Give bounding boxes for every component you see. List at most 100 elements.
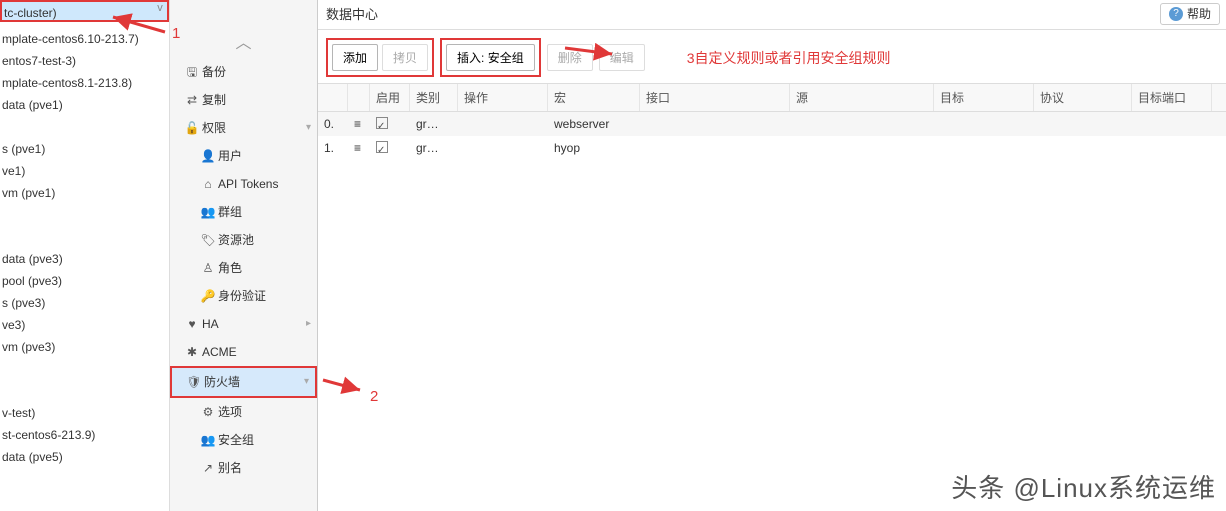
tree-item[interactable] — [0, 116, 169, 138]
nav-ha[interactable]: ♥HA▸ — [170, 310, 317, 338]
nav-label: 复制 — [202, 86, 226, 114]
tree-item[interactable]: pool (pve3) — [0, 270, 169, 292]
help-button[interactable]: ?帮助 — [1160, 3, 1220, 25]
col-type[interactable]: 类别 — [410, 84, 458, 111]
arrow-icon — [560, 40, 620, 62]
enable-checkbox[interactable] — [376, 141, 388, 153]
external-icon: ↗ — [198, 454, 218, 482]
nav-label: 安全组 — [218, 426, 254, 454]
table-header: 启用 类别 操作 宏 接口 源 目标 协议 目标端口 — [318, 84, 1226, 112]
nav-alias[interactable]: ↗别名 — [170, 454, 317, 482]
chevron-down-icon: ▾ — [304, 368, 309, 396]
page-title: 数据中心 — [326, 0, 378, 29]
col-protocol[interactable]: 协议 — [1034, 84, 1132, 111]
tree-item[interactable]: mplate-centos8.1-213.8) — [0, 72, 169, 94]
nav-firewall[interactable]: 🛡防火墙▾ — [172, 368, 315, 396]
table-row[interactable]: 0. ≡ gr… webserver — [318, 112, 1226, 136]
row-type: gr… — [410, 112, 458, 136]
drag-handle[interactable]: ≡ — [348, 112, 370, 136]
table-row[interactable]: 1. ≡ gr… hyop — [318, 136, 1226, 160]
tree-item[interactable] — [0, 358, 169, 380]
content-panel: 数据中心 ?帮助 添加 拷贝 插入: 安全组 删除 编辑 3自定义规则或者引用安… — [318, 0, 1226, 511]
col-macro[interactable]: 宏 — [548, 84, 640, 111]
nav-copy[interactable]: ⇄复制 — [170, 86, 317, 114]
tree-item[interactable]: data (pve1) — [0, 94, 169, 116]
nav-label: 防火墙 — [204, 368, 240, 396]
nav-label: 选项 — [218, 398, 242, 426]
nav-api-tokens[interactable]: ⌂API Tokens — [170, 170, 317, 198]
nav-label: 用户 — [218, 142, 242, 170]
annotation-text: 3自定义规则或者引用安全组规则 — [687, 48, 891, 68]
nav-roles[interactable]: ♙角色 — [170, 254, 317, 282]
insert-secgroup-button[interactable]: 插入: 安全组 — [446, 44, 535, 71]
nav-label: 角色 — [218, 254, 242, 282]
side-nav: ︿ 🖫备份 ⇄复制 🔓权限▾ 👤用户 ⌂API Tokens 👥群组 🏷资源池 … — [170, 0, 318, 511]
watermark: 头条 @Linux系统运维 — [951, 468, 1216, 505]
tree-item[interactable] — [0, 226, 169, 248]
tree-item[interactable]: v-test) — [0, 402, 169, 424]
col-interface[interactable]: 接口 — [640, 84, 790, 111]
tree-item[interactable]: data (pve5) — [0, 446, 169, 468]
row-macro: hyop — [548, 136, 640, 160]
add-button[interactable]: 添加 — [332, 44, 378, 71]
tree-item[interactable]: data (pve3) — [0, 248, 169, 270]
chevron-right-icon: ▸ — [306, 310, 311, 338]
drag-handle[interactable]: ≡ — [348, 136, 370, 160]
group-icon: 👥 — [198, 426, 218, 454]
annotation-box: 插入: 安全组 — [440, 38, 541, 77]
col-dport[interactable]: 目标端口 — [1132, 84, 1212, 111]
tree-item[interactable] — [0, 380, 169, 402]
tree-item[interactable]: vm (pve3) — [0, 336, 169, 358]
nav-auth[interactable]: 🔑身份验证 — [170, 282, 317, 310]
col-target[interactable]: 目标 — [934, 84, 1034, 111]
tag-icon: 🏷 — [198, 226, 218, 254]
key-icon: 🔑 — [198, 282, 218, 310]
tree-item[interactable]: s (pve3) — [0, 292, 169, 314]
lock-icon: 🔓 — [182, 114, 202, 142]
user-icon: 👤 — [198, 142, 218, 170]
nav-label: 身份验证 — [218, 282, 266, 310]
col-enable[interactable]: 启用 — [370, 84, 410, 111]
tree-item[interactable] — [0, 204, 169, 226]
nav-users[interactable]: 👤用户 — [170, 142, 317, 170]
nav-pools[interactable]: 🏷资源池 — [170, 226, 317, 254]
tree-item[interactable]: st-centos6-213.9) — [0, 424, 169, 446]
cert-icon: ✱ — [182, 338, 202, 366]
nav-options[interactable]: ⚙选项 — [170, 398, 317, 426]
annotation-text: 2 — [370, 388, 378, 405]
nav-label: HA — [202, 310, 219, 338]
tree-item[interactable]: entos7-test-3) — [0, 50, 169, 72]
group-icon: 👥 — [198, 198, 218, 226]
nav-acme[interactable]: ✱ACME — [170, 338, 317, 366]
nav-label: 备份 — [202, 58, 226, 86]
chevron-down-icon: ▾ — [306, 114, 311, 142]
tree-item[interactable]: ve3) — [0, 314, 169, 336]
nav-groups[interactable]: 👥群组 — [170, 198, 317, 226]
col-source[interactable]: 源 — [790, 84, 934, 111]
annotation-box: 添加 拷贝 — [326, 38, 434, 77]
row-index: 0. — [318, 112, 348, 136]
nav-label: 资源池 — [218, 226, 254, 254]
role-icon: ♙ — [198, 254, 218, 282]
row-index: 1. — [318, 136, 348, 160]
nav-backup[interactable]: 🖫备份 — [170, 58, 317, 86]
row-macro: webserver — [548, 112, 640, 136]
nav-label: ACME — [202, 338, 237, 366]
token-icon: ⌂ — [198, 170, 218, 198]
tree-item[interactable]: vm (pve1) — [0, 182, 169, 204]
nav-permissions[interactable]: 🔓权限 ▾ — [170, 114, 317, 142]
resource-tree: v tc-cluster) mplate-centos6.10-213.7) e… — [0, 0, 170, 511]
copy-icon: ⇄ — [182, 86, 202, 114]
nav-secgroup[interactable]: 👥安全组 — [170, 426, 317, 454]
nav-label: 权限 — [202, 114, 226, 142]
help-label: 帮助 — [1187, 4, 1211, 24]
nav-collapse-icon[interactable]: ︿ — [170, 30, 317, 58]
copy-button[interactable]: 拷贝 — [382, 44, 428, 71]
tree-item[interactable]: s (pve1) — [0, 138, 169, 160]
arrow-icon — [105, 12, 175, 42]
tree-item[interactable]: ve1) — [0, 160, 169, 182]
save-icon: 🖫 — [182, 58, 202, 86]
enable-checkbox[interactable] — [376, 117, 388, 129]
col-action[interactable]: 操作 — [458, 84, 548, 111]
row-type: gr… — [410, 136, 458, 160]
